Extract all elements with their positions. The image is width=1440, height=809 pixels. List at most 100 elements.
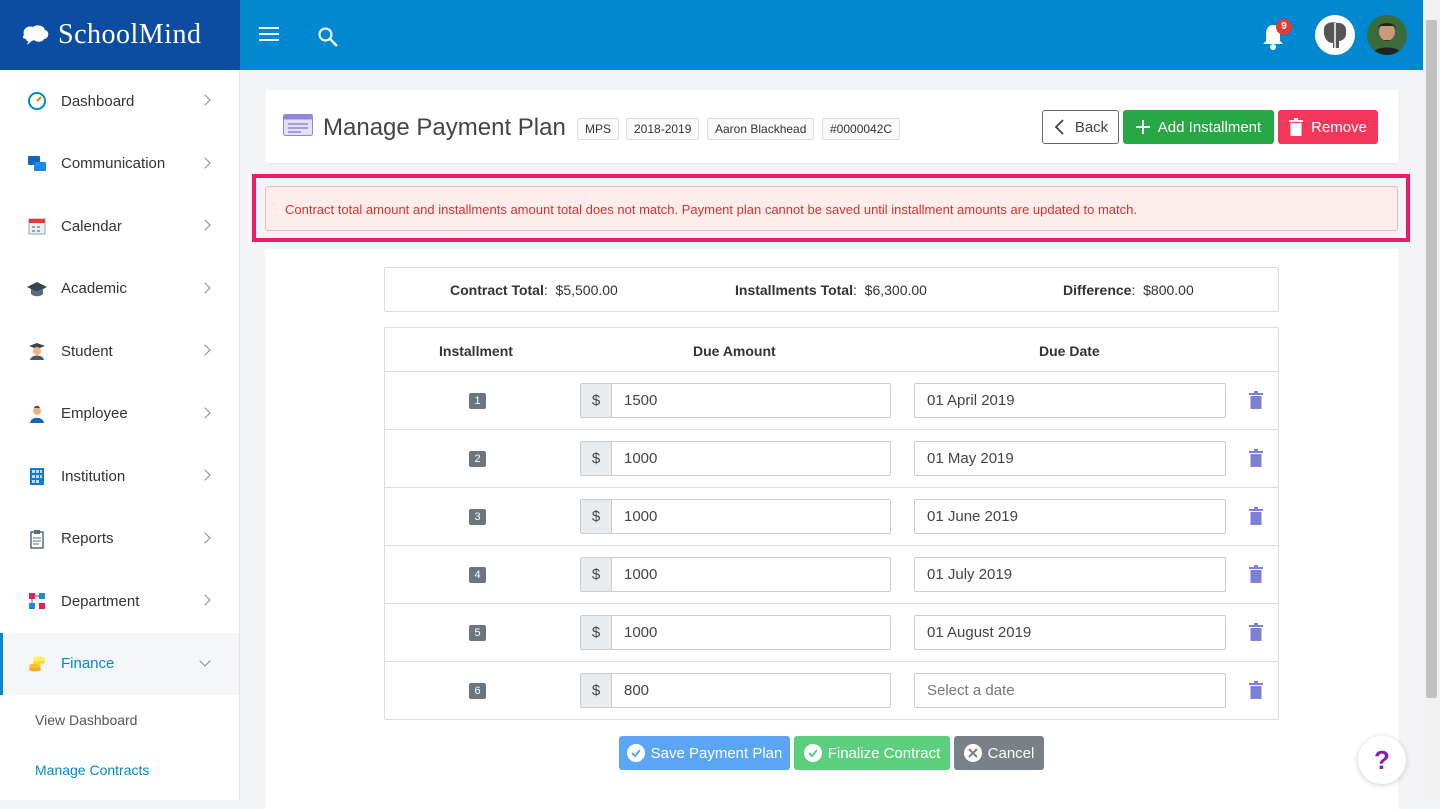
sidebar-item-label: Calendar <box>61 217 122 235</box>
department-network-icon <box>26 590 48 612</box>
table-row: 6 $ 800 Select a date <box>385 661 1278 719</box>
clipboard-icon <box>26 528 48 550</box>
currency-addon: $ <box>580 673 612 708</box>
finalize-contract-label: Finalize Contract <box>827 744 941 762</box>
sidebar-item-finance[interactable]: Finance <box>0 632 239 695</box>
sidebar-item-reports[interactable]: Reports <box>0 508 239 571</box>
top-bar: 9 <box>240 0 1423 70</box>
institution-logo[interactable] <box>1315 15 1355 55</box>
finalize-contract-button[interactable]: Finalize Contract <box>794 736 950 770</box>
due-amount-column-header: Due Amount <box>693 343 776 359</box>
delete-installment-icon[interactable] <box>1249 565 1263 583</box>
student-icon <box>26 340 48 362</box>
sidebar-item-label: Student <box>61 342 113 360</box>
sidebar-item-calendar[interactable]: Calendar <box>0 195 239 258</box>
chat-bubbles-icon <box>26 153 48 175</box>
table-row: 1 $ 1500 01 April 2019 <box>385 371 1278 429</box>
remove-button[interactable]: Remove <box>1278 110 1378 144</box>
installment-number: 6 <box>469 683 486 699</box>
cancel-button[interactable]: Cancel <box>954 736 1044 770</box>
page-scrollbar[interactable] <box>1423 0 1440 800</box>
currency-addon: $ <box>580 441 612 476</box>
school-tag: MPS <box>577 118 620 140</box>
chevron-right-icon <box>199 94 211 106</box>
sidebar-item-label: Finance <box>61 655 115 673</box>
table-row: 2 $ 1000 01 May 2019 <box>385 429 1278 487</box>
help-button[interactable]: ? <box>1358 736 1406 784</box>
cancel-label: Cancel <box>987 744 1035 762</box>
payment-plan-card: Contract Total: $5,500.00 Installments T… <box>265 249 1398 809</box>
search-icon[interactable] <box>317 26 339 48</box>
close-circle-icon <box>963 744 982 762</box>
sidebar-item-label: Department <box>61 592 140 610</box>
delete-installment-icon[interactable] <box>1249 391 1263 409</box>
sidebar-item-label: Employee <box>61 405 128 423</box>
back-button[interactable]: Back <box>1042 110 1119 144</box>
due-date-column-header: Due Date <box>1039 343 1100 359</box>
due-date-input[interactable]: 01 June 2019 <box>914 499 1226 534</box>
employee-icon <box>26 403 48 425</box>
contract-id-tag: #0000042C <box>822 118 901 140</box>
difference-value: $800.00 <box>1143 282 1194 298</box>
sidebar-item-label: Communication <box>61 155 166 173</box>
due-amount-input[interactable]: 1000 <box>611 557 891 592</box>
sidebar-item-department[interactable]: Department <box>0 570 239 633</box>
plus-icon <box>1135 120 1150 134</box>
currency-addon: $ <box>580 557 612 592</box>
save-payment-plan-button[interactable]: Save Payment Plan <box>619 736 790 770</box>
user-photo-icon <box>1367 15 1407 55</box>
user-avatar[interactable] <box>1367 15 1407 55</box>
alert-highlight-box <box>252 174 1410 242</box>
due-amount-input[interactable]: 1000 <box>611 441 891 476</box>
installment-column-header: Installment <box>439 343 513 359</box>
chevron-right-icon <box>199 469 211 481</box>
trash-icon <box>1289 118 1304 136</box>
currency-addon: $ <box>580 615 612 650</box>
sidebar-subitem-manage-contracts[interactable]: Manage Contracts <box>0 745 239 795</box>
sidebar-item-institution[interactable]: Institution <box>0 445 239 508</box>
chevron-down-icon <box>199 655 211 667</box>
due-amount-input[interactable]: 800 <box>611 673 891 708</box>
installments-total-label: Installments Total <box>735 282 853 298</box>
due-date-input[interactable]: 01 July 2019 <box>914 557 1226 592</box>
sidebar-subitem-view-dashboard[interactable]: View Dashboard <box>0 695 239 745</box>
coins-icon <box>26 653 48 675</box>
due-date-input[interactable]: 01 May 2019 <box>914 441 1226 476</box>
sidebar-item-dashboard[interactable]: Dashboard <box>0 70 239 133</box>
due-date-input[interactable]: 01 August 2019 <box>914 615 1226 650</box>
add-installment-label: Add Installment <box>1157 118 1262 136</box>
sidebar-item-academic[interactable]: Academic <box>0 258 239 321</box>
save-payment-plan-label: Save Payment Plan <box>650 744 783 762</box>
delete-installment-icon[interactable] <box>1249 507 1263 525</box>
delete-installment-icon[interactable] <box>1249 681 1263 699</box>
sidebar-item-employee[interactable]: Employee <box>0 383 239 446</box>
student-name-tag: Aaron Blackhead <box>707 118 815 140</box>
year-tag: 2018-2019 <box>626 118 700 140</box>
menu-icon[interactable] <box>258 23 280 45</box>
brand-logo[interactable]: SchoolMind <box>0 0 240 70</box>
add-installment-button[interactable]: Add Installment <box>1123 110 1274 144</box>
calendar-icon <box>26 215 48 237</box>
totals-summary: Contract Total: $5,500.00 Installments T… <box>384 267 1279 312</box>
due-amount-input[interactable]: 1000 <box>611 615 891 650</box>
difference-total: Difference: $800.00 <box>1063 282 1194 298</box>
delete-installment-icon[interactable] <box>1249 623 1263 641</box>
installments-table: Installment Due Amount Due Date 1 $ 1500… <box>384 327 1279 720</box>
due-date-input[interactable]: Select a date <box>914 673 1226 708</box>
scrollbar-thumb[interactable] <box>1426 20 1437 698</box>
installment-number: 1 <box>469 393 486 409</box>
chevron-left-icon <box>1054 119 1064 135</box>
delete-installment-icon[interactable] <box>1249 449 1263 467</box>
graduation-cap-icon <box>26 278 48 300</box>
page-header-card: Manage Payment Plan MPS 2018-2019 Aaron … <box>265 90 1398 163</box>
due-amount-input[interactable]: 1500 <box>611 383 891 418</box>
due-amount-input[interactable]: 1000 <box>611 499 891 534</box>
page-title: Manage Payment Plan <box>323 114 566 141</box>
sidebar-item-communication[interactable]: Communication <box>0 133 239 196</box>
sidebar-item-label: Dashboard <box>61 92 135 110</box>
sidebar-item-student[interactable]: Student <box>0 320 239 383</box>
chevron-right-icon <box>199 532 211 544</box>
notification-count-badge: 9 <box>1276 19 1292 35</box>
due-date-input[interactable]: 01 April 2019 <box>914 383 1226 418</box>
chevron-right-icon <box>199 407 211 419</box>
